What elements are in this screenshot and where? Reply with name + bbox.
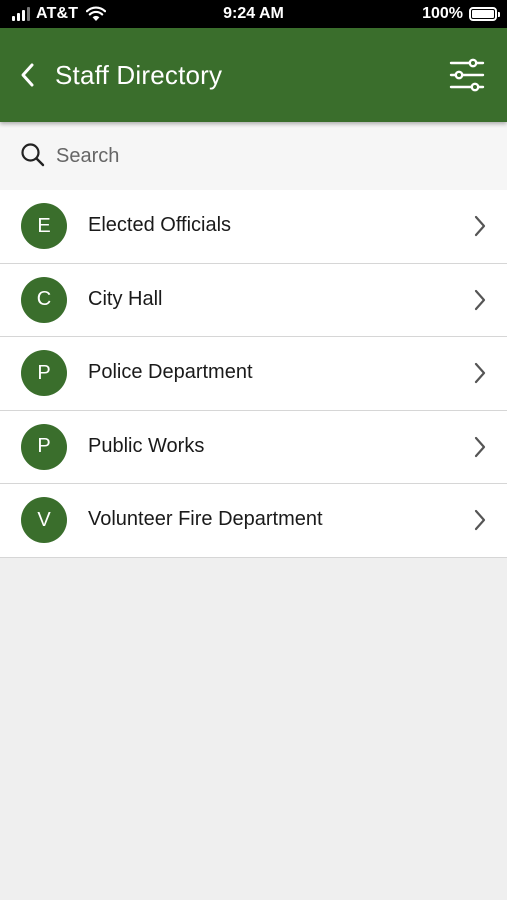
sliders-icon [449,58,485,92]
filter-button[interactable] [449,58,485,92]
chevron-right-icon [474,436,486,457]
chevron-right-icon [474,362,486,384]
list-item-label: Elected Officials [88,214,232,236]
avatar: C [21,276,67,323]
avatar: P [21,350,67,396]
battery-icon [469,7,500,21]
list-item-label: Police Department [88,361,253,383]
list-item-public-works[interactable]: P Public Works [0,410,507,484]
directory-list: E Elected Officials C City Hall P Police… [0,190,507,558]
status-bar: AT&T 9:24 AM 100% [0,0,507,28]
list-item-elected-officials[interactable]: E Elected Officials [0,190,507,264]
avatar: V [21,497,67,543]
search-bar [0,122,507,190]
chevron-right-icon [474,289,486,310]
list-item-label: Volunteer Fire Department [88,508,323,530]
list-item-volunteer-fire-department[interactable]: V Volunteer Fire Department [0,484,507,558]
app-header: Staff Directory [0,28,507,122]
list-item-label: Public Works [88,434,205,457]
list-item-police-department[interactable]: P Police Department [0,337,507,411]
chevron-left-icon [21,63,34,87]
chevron-right-icon [474,215,486,237]
avatar: E [21,203,67,249]
search-input[interactable] [56,140,476,172]
avatar: P [21,423,67,470]
chevron-right-icon [474,509,486,531]
list-item-city-hall[interactable]: C City Hall [0,263,507,337]
list-item-label: City Hall [88,287,163,310]
search-icon [21,143,45,167]
page-title: Staff Directory [55,60,223,90]
status-right: 100% [422,5,500,23]
battery-percentage: 100% [422,5,463,22]
back-button[interactable] [14,61,42,89]
